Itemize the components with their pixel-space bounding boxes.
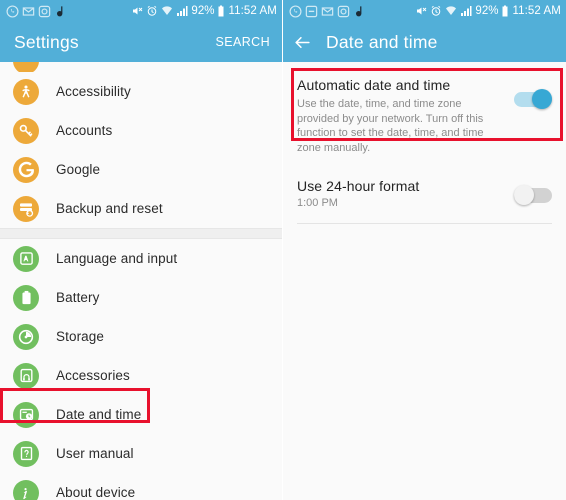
search-button[interactable]: SEARCH [216, 35, 271, 49]
settings-row-label: Accessibility [56, 84, 131, 99]
settings-row-storage[interactable]: Storage [0, 317, 282, 356]
battery-percent-label: 92% [191, 5, 215, 17]
settings-row-label: Accounts [56, 123, 113, 138]
settings-row-label: User manual [56, 446, 134, 461]
back-arrow-icon[interactable] [293, 33, 312, 52]
google-g-icon [13, 156, 39, 183]
toggle-thumb [514, 185, 534, 205]
message-icon [305, 5, 318, 17]
circle-app-icon [38, 5, 51, 17]
setting-automatic-date-and-time[interactable]: Automatic date and time Use the date, ti… [283, 71, 566, 165]
date-and-time-screen: 92% 11:52 AM Date and time Automatic dat… [283, 0, 566, 500]
status-clock: 11:52 AM [228, 5, 277, 17]
setting-title: Automatic date and time [297, 77, 451, 93]
date-time-app-bar: Date and time [283, 22, 566, 62]
settings-row-date-and-time[interactable]: Date and time [0, 395, 282, 434]
accessibility-icon [13, 78, 39, 105]
alarm-icon [148, 5, 157, 16]
info-icon [13, 479, 39, 500]
battery-icon [13, 284, 39, 311]
partial-icon [13, 62, 39, 72]
whatsapp-icon [6, 4, 19, 18]
signal-icon [177, 6, 188, 16]
accessories-icon [13, 362, 39, 389]
status-system-icons: 92% 11:52 AM [131, 5, 277, 17]
setting-subtitle: 1:00 PM [297, 197, 338, 209]
gmail-icon [321, 6, 334, 16]
settings-row-label: Accessories [56, 368, 130, 383]
settings-row-user-manual[interactable]: User manual [0, 434, 282, 473]
settings-row-backup-and-reset[interactable]: Backup and reset [0, 189, 282, 228]
language-icon [13, 245, 39, 272]
battery-icon [218, 5, 224, 17]
settings-app-bar: Settings SEARCH [0, 22, 282, 62]
settings-row-label: Language and input [56, 251, 178, 266]
signal-icon [461, 6, 472, 16]
wifi-icon [446, 6, 457, 16]
date-time-icon [13, 401, 39, 428]
dual-screenshot: 92% 11:52 AM Settings SEARCH Accessibili… [0, 0, 566, 500]
setting-title: Use 24-hour format [297, 178, 420, 194]
status-system-icons: 92% 11:52 AM [415, 5, 561, 17]
list-group-separator [0, 228, 282, 239]
mute-icon [133, 7, 143, 15]
setting-text: Automatic date and time Use the date, ti… [297, 77, 514, 155]
settings-row-about-device[interactable]: About device [0, 473, 282, 500]
list-divider [297, 223, 552, 224]
automatic-date-time-toggle[interactable] [514, 89, 552, 109]
settings-row-accessories[interactable]: Accessories [0, 356, 282, 395]
dtac-icon [56, 5, 63, 16]
status-bar-left: 92% 11:52 AM [0, 0, 282, 22]
mute-icon [417, 7, 427, 15]
settings-row-battery[interactable]: Battery [0, 278, 282, 317]
storage-icon [13, 323, 39, 350]
status-notification-icons [289, 4, 366, 18]
gmail-icon [22, 6, 35, 16]
setting-use-24-hour-format[interactable]: Use 24-hour format 1:00 PM [283, 165, 566, 223]
date-time-settings: Automatic date and time Use the date, ti… [283, 62, 566, 500]
settings-screen: 92% 11:52 AM Settings SEARCH Accessibili… [0, 0, 283, 500]
settings-list[interactable]: Accessibility Accounts Google Backup and… [0, 62, 282, 500]
settings-row-accounts[interactable]: Accounts [0, 111, 282, 150]
whatsapp-icon [289, 4, 302, 18]
dtac-icon [355, 5, 362, 16]
setting-description: Use the date, time, and time zone provid… [297, 98, 484, 154]
status-notification-icons [6, 4, 67, 18]
settings-row-google[interactable]: Google [0, 150, 282, 189]
status-clock: 11:52 AM [512, 5, 561, 17]
settings-row-label: Storage [56, 329, 104, 344]
settings-row-label: About device [56, 485, 136, 500]
scrolled-partial-row [0, 62, 282, 72]
setting-text: Use 24-hour format 1:00 PM [297, 178, 514, 209]
settings-row-accessibility[interactable]: Accessibility [0, 72, 282, 111]
key-icon [13, 117, 39, 144]
settings-row-label: Date and time [56, 407, 142, 422]
settings-row-label: Backup and reset [56, 201, 163, 216]
page-title: Settings [14, 31, 79, 52]
use-24-hour-format-toggle[interactable] [514, 185, 552, 205]
status-bar-right: 92% 11:52 AM [283, 0, 566, 22]
page-title: Date and time [326, 31, 438, 52]
battery-icon [502, 5, 508, 17]
alarm-icon [432, 5, 441, 16]
circle-app-icon [337, 5, 350, 17]
user-manual-icon [13, 440, 39, 467]
wifi-icon [162, 6, 173, 16]
battery-percent-label: 92% [475, 5, 499, 17]
toggle-thumb [532, 89, 552, 109]
settings-row-language-and-input[interactable]: Language and input [0, 239, 282, 278]
backup-icon [13, 195, 39, 222]
settings-row-label: Battery [56, 290, 100, 305]
settings-row-label: Google [56, 162, 101, 177]
